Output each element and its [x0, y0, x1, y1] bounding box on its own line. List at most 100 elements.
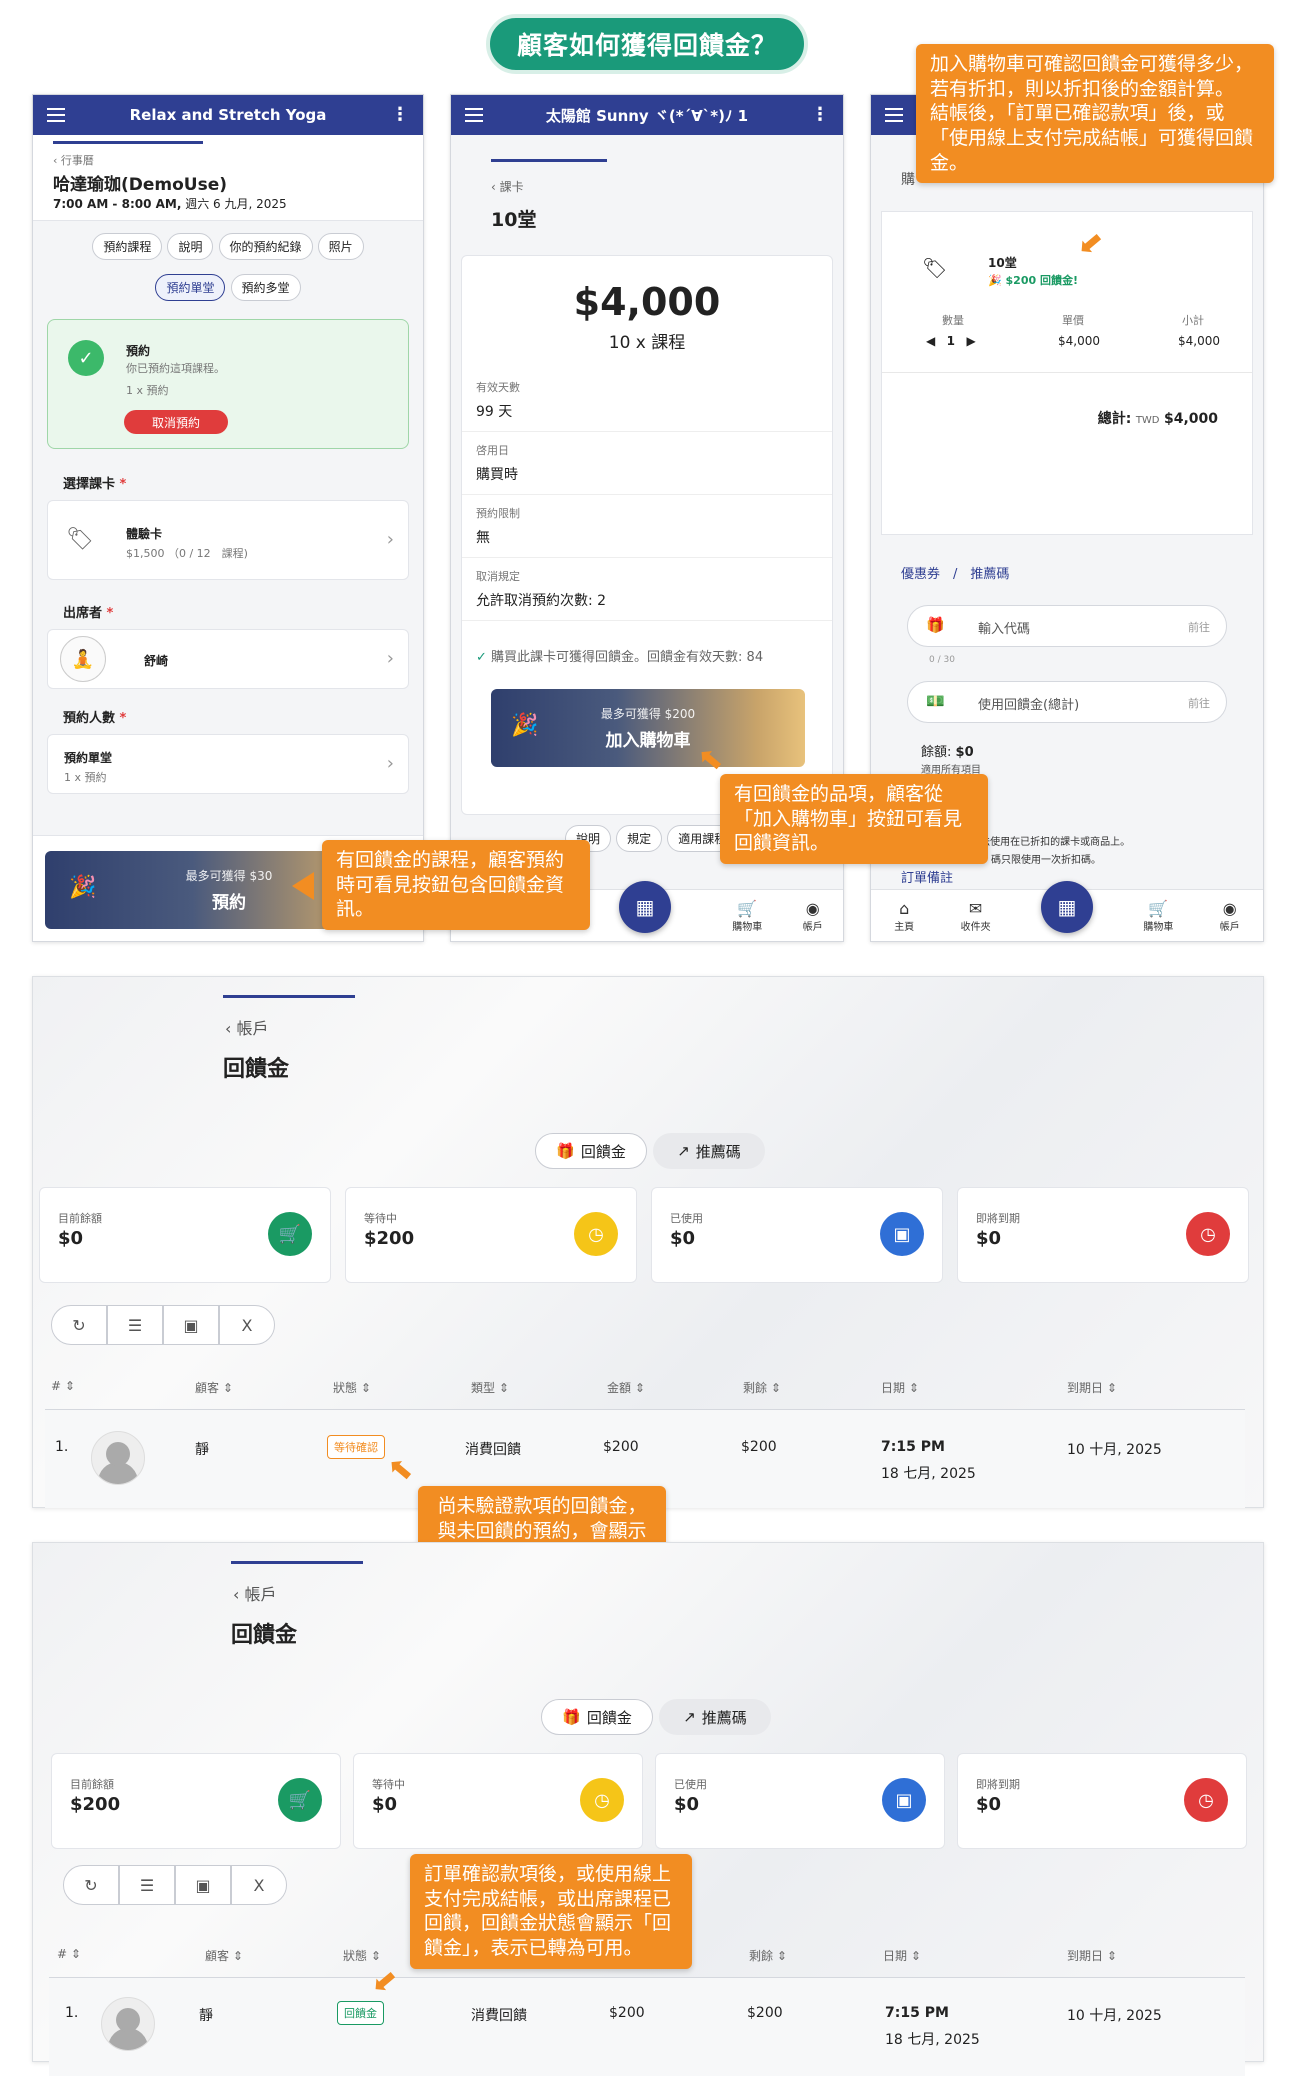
reward-use-input[interactable]: 💵 使用回饋金(總計) 前往 — [907, 681, 1227, 723]
excel-button[interactable]: X — [231, 1865, 287, 1905]
column-header[interactable]: 到期日 ⇕ — [1067, 1379, 1117, 1396]
column-header[interactable]: 剩餘 ⇕ — [743, 1379, 781, 1396]
tab-book[interactable]: 預約課程 — [92, 233, 163, 260]
callout-book-button: 有回饋金的課程，顧客預約時可看見按鈕包含回饋金資訊。 — [322, 840, 590, 931]
column-header[interactable]: 狀態 ⇕ — [333, 1379, 371, 1396]
stat-label: 目前餘額 — [70, 1778, 114, 1791]
row-number: 1. — [65, 2005, 79, 2021]
tab-rules[interactable]: 規定 — [616, 825, 663, 852]
column-header[interactable]: # ⇕ — [57, 1947, 81, 1961]
tab-multi[interactable]: 預約多堂 — [230, 274, 301, 301]
page-title: 顧客如何獲得回饋金？ — [486, 14, 808, 74]
field-label: 取消規定 — [476, 570, 520, 583]
stat-value: $0 — [372, 1794, 398, 1815]
clock-icon: ◷ — [574, 1212, 618, 1256]
tag-icon: 🏷 — [66, 527, 94, 552]
column-header[interactable]: 類型 ⇕ — [471, 1379, 509, 1396]
cancel-booking-button[interactable]: 取消預約 — [124, 410, 228, 434]
nav-account[interactable]: ◉ 帳戶 — [1220, 899, 1240, 933]
nav-home[interactable]: ⌂ 主頁 — [894, 899, 914, 933]
more-icon[interactable]: ⋮ — [811, 106, 829, 124]
export-button[interactable]: ▣ — [163, 1305, 219, 1345]
nav-cart[interactable]: 🛒 購物車 — [732, 899, 762, 933]
balance-label: 餘額: — [921, 745, 952, 760]
time-cell: 7:15 PM — [881, 1439, 945, 1455]
balance-line: 餘額: $0 — [921, 741, 974, 760]
calendar-fab[interactable]: ▦ — [1041, 881, 1093, 933]
required-mark: * — [106, 606, 114, 621]
alarm-icon: ◷ — [1186, 1212, 1230, 1256]
back-link[interactable]: ‹ 帳戶 — [233, 1581, 277, 1605]
nav-cart[interactable]: 🛒 購物車 — [1143, 899, 1173, 933]
account-icon: ◉ — [805, 898, 820, 918]
total-label: 總計: — [1097, 411, 1132, 427]
menu-icon[interactable] — [885, 108, 903, 122]
tab-referral[interactable]: ↗ 推薦碼 — [659, 1699, 771, 1735]
filter-icon: ☰ — [127, 1315, 143, 1335]
refresh-button[interactable]: ↻ — [63, 1865, 119, 1905]
tab-reward[interactable]: 🎁 回饋金 — [541, 1699, 653, 1735]
column-header[interactable]: 顧客 ⇕ — [205, 1947, 243, 1964]
tab-reward[interactable]: 🎁 回饋金 — [535, 1133, 647, 1169]
toolbar: ↻ ☰ ▣ X — [63, 1865, 287, 1905]
customer-name: 靜 — [199, 2008, 213, 2024]
tab-info[interactable]: 說明 — [167, 233, 214, 260]
stat-value: $0 — [58, 1228, 84, 1249]
menu-icon[interactable] — [465, 108, 483, 122]
filter-button[interactable]: ☰ — [119, 1865, 175, 1905]
back-link[interactable]: ‹ 課卡 — [491, 178, 803, 195]
nav-account[interactable]: ◉ 帳戶 — [803, 899, 823, 933]
export-button[interactable]: ▣ — [175, 1865, 231, 1905]
column-header[interactable]: 日期 ⇕ — [883, 1947, 921, 1964]
column-header[interactable]: 日期 ⇕ — [881, 1379, 919, 1396]
column-header[interactable]: 剩餘 ⇕ — [749, 1947, 787, 1964]
count-title: 預約單堂 — [64, 751, 113, 765]
reward-go[interactable]: 前往 — [1188, 695, 1210, 711]
more-icon[interactable]: ⋮ — [391, 106, 409, 124]
total-value: $4,000 — [1163, 411, 1218, 427]
excel-button[interactable]: X — [219, 1305, 275, 1345]
card-select[interactable]: 🏷 體驗卡 $1,500 （0 / 12 課程) › — [47, 500, 409, 580]
tab-single[interactable]: 預約單堂 — [155, 274, 226, 301]
booked-title: 預約 — [126, 344, 151, 358]
time-cell: 7:15 PM — [885, 2005, 949, 2021]
accent-bar — [53, 141, 203, 144]
stat-card: 目前餘額 $0 🛒 — [39, 1187, 331, 1283]
add-to-cart-button[interactable]: 🎉 最多可獲得 $200 加入購物車 — [491, 689, 805, 767]
back-link[interactable]: ‹ 帳戶 — [225, 1015, 269, 1039]
count-select[interactable]: 預約單堂 1 x 預約 › — [47, 734, 409, 794]
tab-records[interactable]: 你的預約紀錄 — [218, 233, 313, 260]
tab-photos[interactable]: 照片 — [317, 233, 364, 260]
code-input[interactable]: 🎁 輸入代碼 前往 — [907, 605, 1227, 647]
coupon-title: 優惠券 / 推薦碼 — [901, 567, 1010, 582]
attendee-select[interactable]: 🧘 舒崎 › — [47, 629, 409, 689]
column-header[interactable]: 到期日 ⇕ — [1067, 1947, 1117, 1964]
refresh-icon: ↻ — [72, 1315, 86, 1335]
excel-icon: X — [253, 1875, 265, 1895]
menu-icon[interactable] — [47, 108, 65, 122]
column-header[interactable]: 顧客 ⇕ — [195, 1379, 233, 1396]
code-go[interactable]: 前往 — [1188, 619, 1210, 635]
expiry-cell: 10 十月, 2025 — [1067, 1442, 1162, 1458]
column-header[interactable]: 狀態 ⇕ — [343, 1947, 381, 1964]
card-detail: $1,500 （0 / 12 課程) — [126, 547, 248, 560]
column-header[interactable]: # ⇕ — [51, 1379, 75, 1393]
avatar-head — [106, 1442, 130, 1466]
column-header[interactable]: 金額 ⇕ — [607, 1379, 645, 1396]
back-link[interactable]: ‹ 行事曆 — [53, 152, 403, 168]
table-row[interactable] — [49, 1978, 1245, 2076]
calendar-fab[interactable]: ▦ — [619, 881, 671, 933]
nav-inbox[interactable]: ✉ 收件夾 — [961, 899, 991, 933]
excel-icon: X — [241, 1315, 253, 1335]
filter-button[interactable]: ☰ — [107, 1305, 163, 1345]
refresh-button[interactable]: ↻ — [51, 1305, 107, 1345]
stat-value: $200 — [364, 1228, 415, 1249]
product-field: 取消規定 允許取消預約次數: 2 — [462, 558, 832, 621]
tab-referral[interactable]: ↗ 推薦碼 — [653, 1133, 765, 1169]
gift-icon: 🎁 — [556, 1142, 575, 1160]
col-unit: 單價 — [1062, 314, 1084, 327]
amount-cell: $200 — [603, 1439, 639, 1455]
product-field: 預約限制無 — [462, 495, 832, 558]
tag-icon: 🏷 — [922, 256, 948, 280]
qty-stepper[interactable]: ◀ 1 ▶ — [926, 334, 976, 348]
